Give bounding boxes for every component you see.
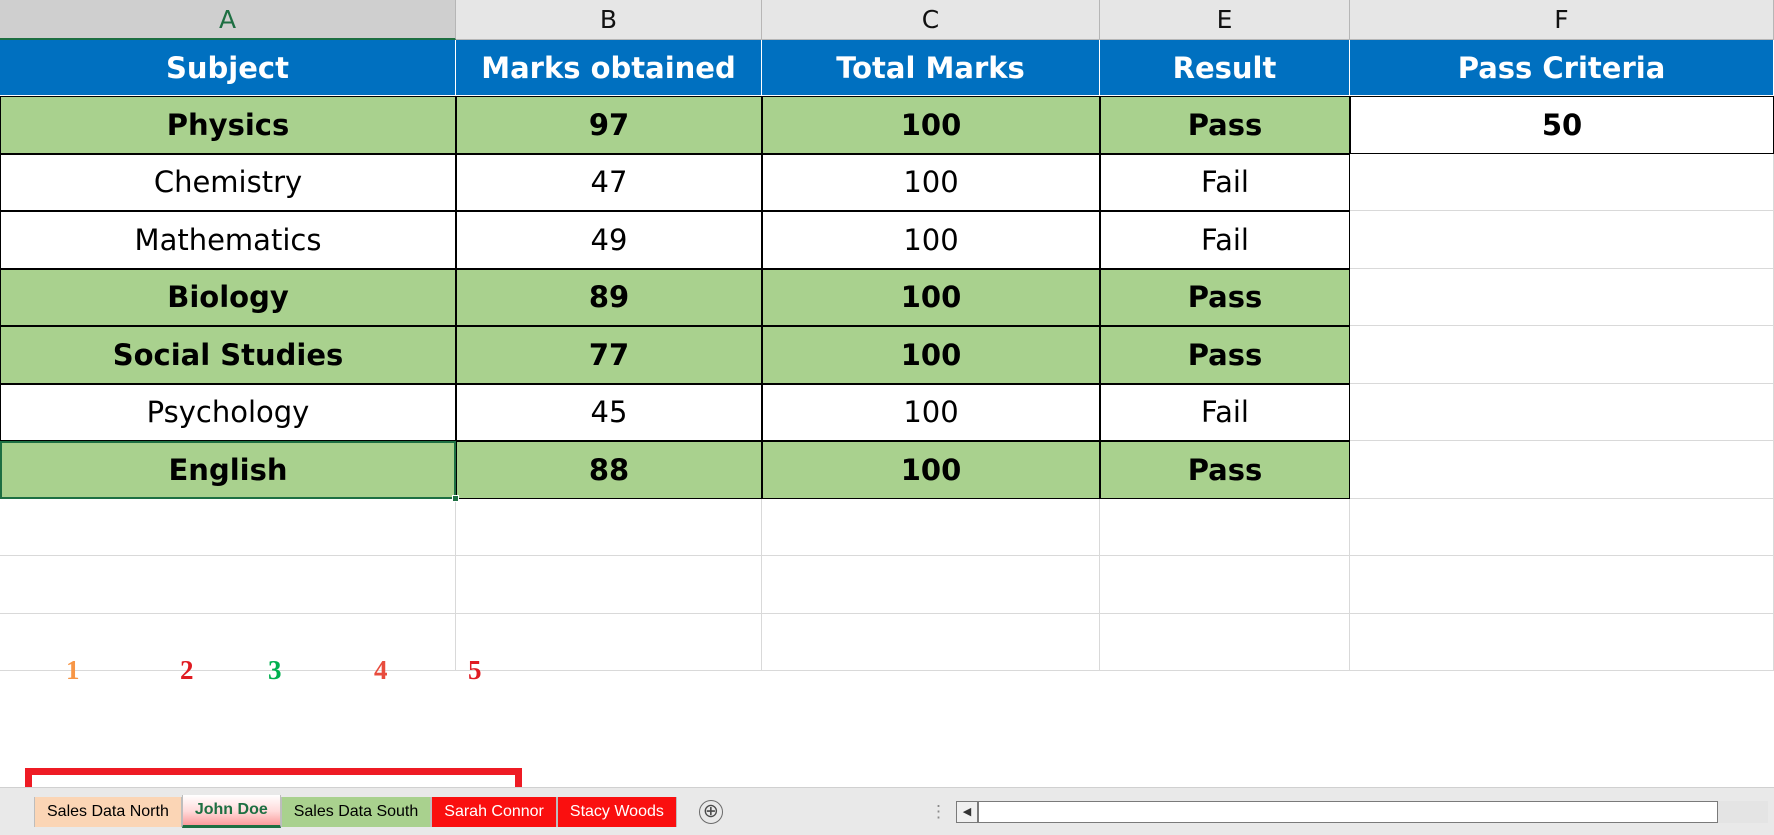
cell-marks[interactable]: 97 [456, 96, 762, 154]
cell-empty[interactable] [1350, 153, 1774, 211]
column-header-row: ABCEF [0, 0, 1774, 40]
cell-empty[interactable] [1350, 268, 1774, 326]
empty-grid-row [0, 498, 1774, 556]
cell-marks[interactable]: 77 [456, 326, 762, 384]
table-row: Chemistry 47 100 Fail [0, 153, 1774, 211]
cell-total[interactable]: 100 [762, 211, 1100, 269]
sheet-tab-stacy-woods[interactable]: Stacy Woods [556, 796, 677, 827]
cell-total[interactable]: 100 [762, 441, 1100, 499]
sheet-tabs: Sales Data North John Doe Sales Data South… [34, 795, 677, 829]
cell-marks[interactable]: 47 [456, 153, 762, 211]
annotation-number-5: 5 [468, 655, 482, 685]
cell-subject[interactable]: Social Studies [0, 326, 456, 384]
empty-grid-row [0, 556, 1774, 614]
cell-marks[interactable]: 89 [456, 268, 762, 326]
excel-worksheet: ABCEF Subject Marks obtained Total Marks Re… [0, 0, 1774, 835]
sheet-tab-sarah-connor[interactable]: Sarah Connor [431, 796, 557, 827]
cell-subject[interactable]: Chemistry [0, 153, 456, 211]
scroll-left-button[interactable]: ◀ [956, 800, 978, 823]
table-row: Physics 97 100 Pass 50 [0, 96, 1774, 154]
annotation-number-4: 4 [374, 655, 388, 685]
cell-result[interactable]: Fail [1100, 383, 1350, 441]
table-row: English 88 100 Pass [0, 441, 1774, 499]
cell-total[interactable]: 100 [762, 326, 1100, 384]
scrollbar-thumb[interactable] [978, 800, 1718, 823]
table-header-row: Subject Marks obtained Total Marks Result Pa… [0, 40, 1774, 96]
table-header-cell[interactable]: Result [1100, 40, 1350, 96]
add-sheet-icon[interactable]: ⊕ [698, 799, 723, 824]
cell-total[interactable]: 100 [762, 268, 1100, 326]
cell-empty[interactable] [1100, 613, 1350, 671]
annotation-number-2: 2 [180, 655, 194, 685]
cell-empty[interactable] [0, 498, 456, 556]
table-header-cell[interactable]: Marks obtained [456, 40, 762, 96]
cell-result[interactable]: Pass [1100, 268, 1350, 326]
cell-empty[interactable] [1350, 383, 1774, 441]
cell-empty[interactable] [1350, 556, 1774, 614]
cell-empty[interactable] [1100, 556, 1350, 614]
cell-subject[interactable]: Psychology [0, 383, 456, 441]
table-row: Mathematics 49 100 Fail [0, 211, 1774, 269]
cell-total[interactable]: 100 [762, 383, 1100, 441]
cell-result[interactable]: Pass [1100, 326, 1350, 384]
sheet-tab-john-doe[interactable]: John Doe [181, 795, 281, 828]
cell-empty[interactable] [456, 498, 762, 556]
table-header-cell[interactable]: Pass Criteria [1350, 40, 1774, 96]
table-row: Psychology 45 100 Fail [0, 383, 1774, 441]
annotation-number-3: 3 [268, 655, 282, 685]
column-header-b[interactable]: B [456, 0, 762, 40]
column-header-a[interactable]: A [0, 0, 456, 40]
cell-pass-criteria-value[interactable]: 50 [1350, 96, 1774, 154]
column-header-e[interactable]: E [1100, 0, 1350, 40]
cell-subject[interactable]: English [0, 441, 456, 499]
cell-result[interactable]: Pass [1100, 96, 1350, 154]
scrollbar-track[interactable] [978, 800, 1768, 823]
column-header-c[interactable]: C [762, 0, 1100, 40]
cell-empty[interactable] [0, 556, 456, 614]
cell-result[interactable]: Pass [1100, 441, 1350, 499]
cell-empty[interactable] [456, 556, 762, 614]
cell-empty[interactable] [1100, 498, 1350, 556]
sheet-tab-sales-data-north[interactable]: Sales Data North [34, 796, 182, 827]
cell-result[interactable]: Fail [1100, 211, 1350, 269]
table-header-cell[interactable]: Subject [0, 40, 456, 96]
cell-empty[interactable] [762, 613, 1100, 671]
cell-subject[interactable]: Mathematics [0, 211, 456, 269]
cell-empty[interactable] [1350, 441, 1774, 499]
cell-subject[interactable]: Biology [0, 268, 456, 326]
cell-empty[interactable] [1350, 498, 1774, 556]
cell-empty[interactable] [456, 613, 762, 671]
cell-empty[interactable] [762, 498, 1100, 556]
column-header-f[interactable]: F [1350, 0, 1774, 40]
worksheet-grid: Subject Marks obtained Total Marks Result Pa… [0, 40, 1774, 671]
cell-total[interactable]: 100 [762, 153, 1100, 211]
sheet-tab-bar: Sales Data North John Doe Sales Data South… [0, 787, 1774, 835]
cell-marks[interactable]: 88 [456, 441, 762, 499]
table-row: Social Studies 77 100 Pass [0, 326, 1774, 384]
cell-empty[interactable] [1350, 326, 1774, 384]
cell-subject[interactable]: Physics [0, 96, 456, 154]
horizontal-scrollbar[interactable]: ◀ [956, 799, 1768, 825]
annotation-number-1: 1 [66, 655, 80, 685]
cell-empty[interactable] [1350, 613, 1774, 671]
cell-empty[interactable] [1350, 211, 1774, 269]
sheet-tab-sales-data-south[interactable]: Sales Data South [280, 796, 432, 827]
empty-grid-row [0, 613, 1774, 671]
cell-empty[interactable] [762, 556, 1100, 614]
tab-split-drag-handle[interactable]: ⋮ [930, 803, 947, 820]
cell-total[interactable]: 100 [762, 96, 1100, 154]
cell-marks[interactable]: 45 [456, 383, 762, 441]
cell-marks[interactable]: 49 [456, 211, 762, 269]
cell-result[interactable]: Fail [1100, 153, 1350, 211]
table-row: Biology 89 100 Pass [0, 268, 1774, 326]
table-header-cell[interactable]: Total Marks [762, 40, 1100, 96]
